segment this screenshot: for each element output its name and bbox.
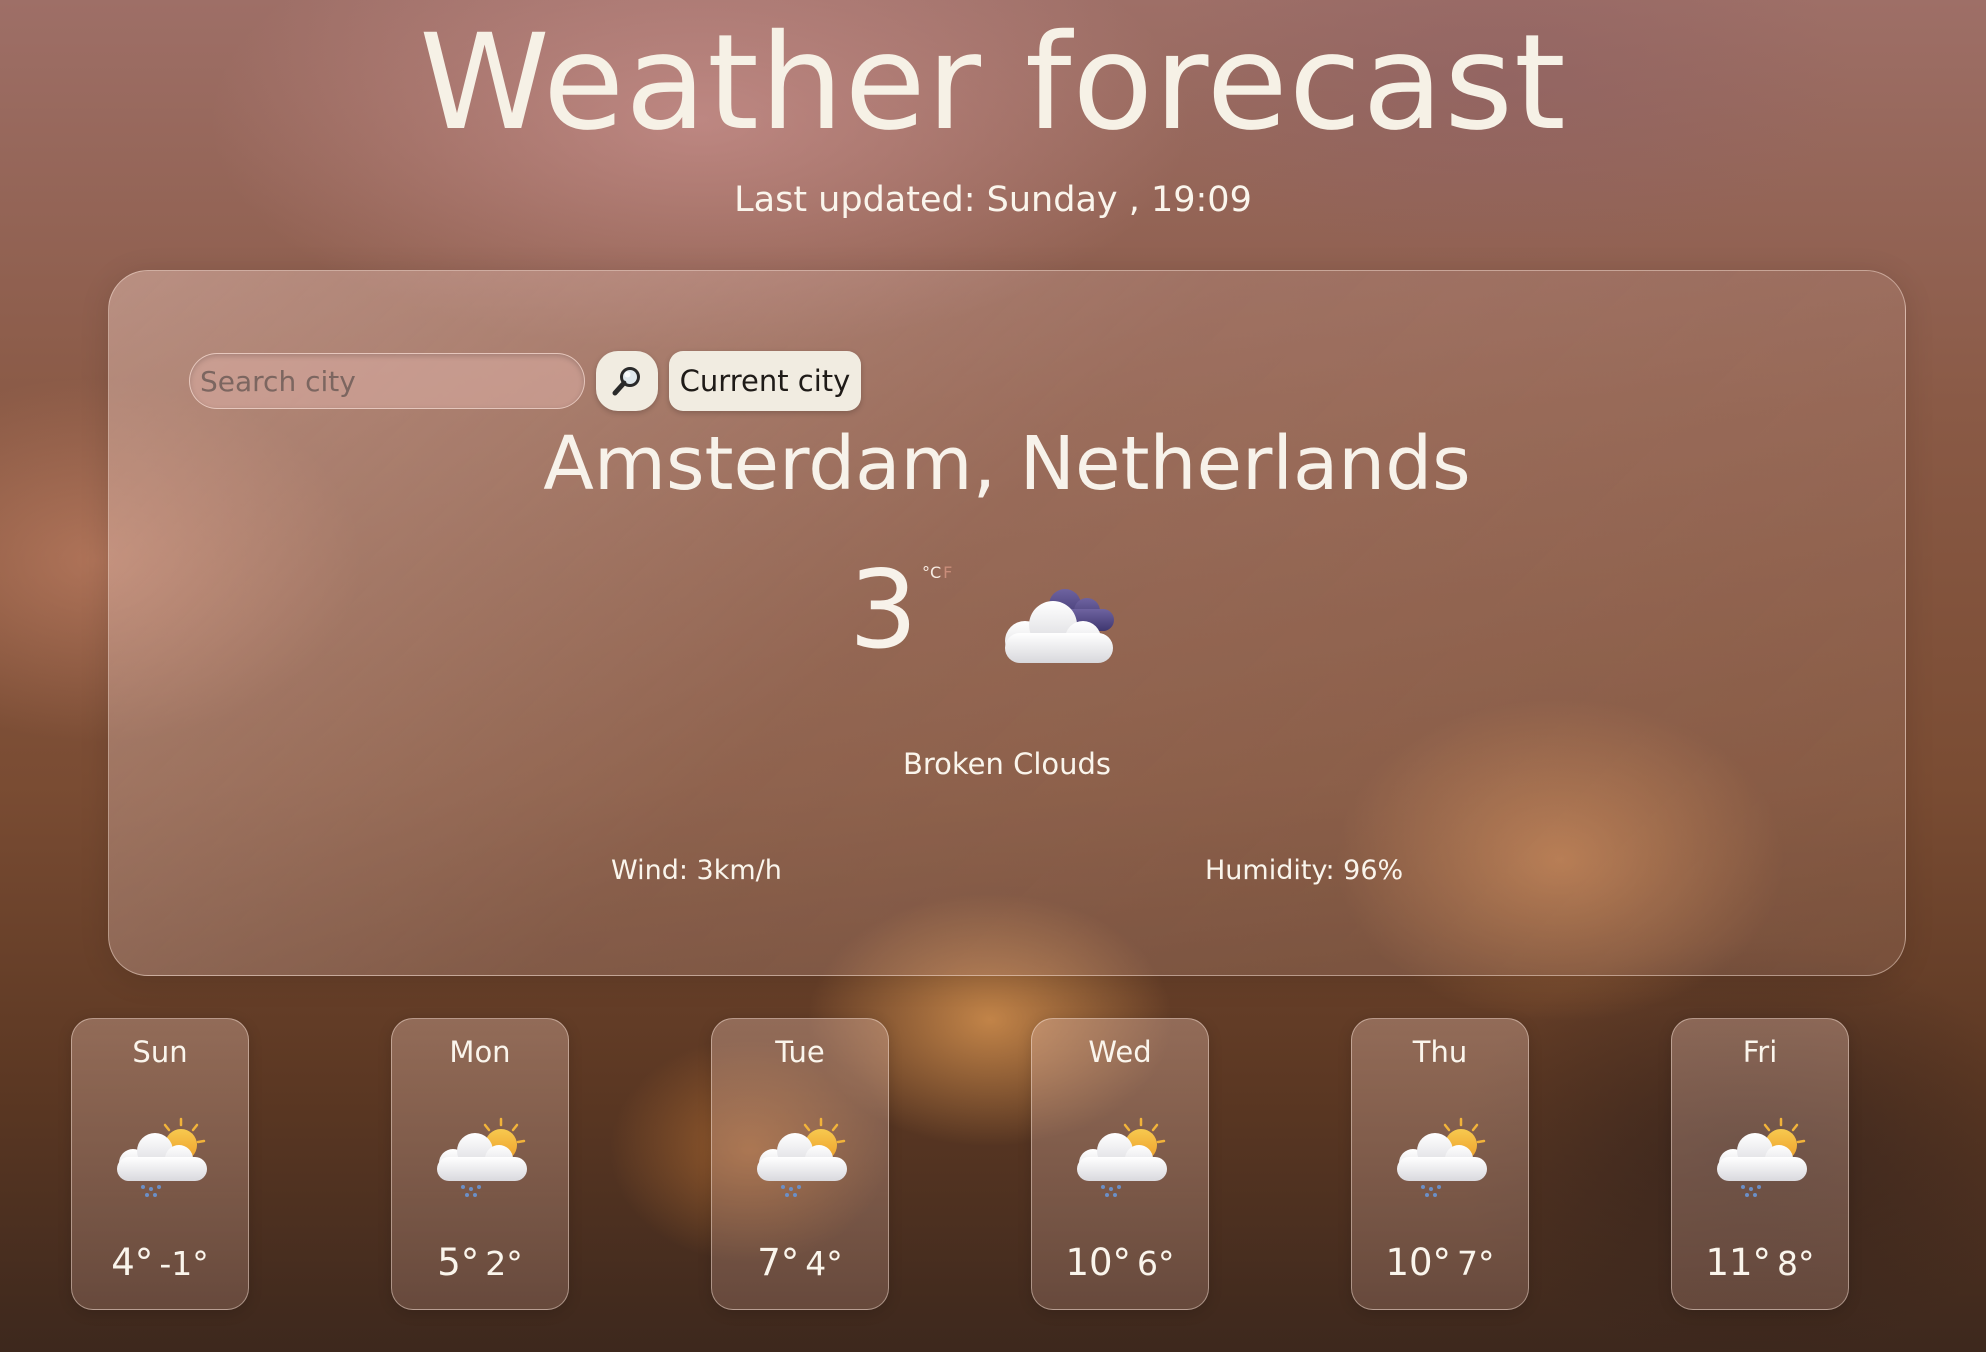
unit-toggle: °C F xyxy=(922,563,952,582)
broken-clouds-icon xyxy=(1005,589,1114,663)
fahrenheit-link[interactable]: F xyxy=(943,563,952,582)
current-weather-card: Current city Amsterdam, Netherlands 3 °C… xyxy=(108,270,1906,976)
wind-speed: Wind: 3km/h xyxy=(611,855,782,886)
forecast-temps: 10° 7° xyxy=(1352,1241,1528,1284)
forecast-day-card: Wed 10° 6° xyxy=(1031,1018,1209,1310)
search-button[interactable] xyxy=(596,351,658,411)
forecast-temps: 5° 2° xyxy=(392,1241,568,1284)
forecast-high: 11° xyxy=(1705,1241,1772,1284)
forecast-day-card: Thu 10° 7° xyxy=(1351,1018,1529,1310)
forecast-low: 6° xyxy=(1137,1244,1175,1283)
forecast-day-name: Mon xyxy=(449,1035,511,1069)
sun-cloud-rain-icon xyxy=(1075,1117,1169,1199)
current-city-button[interactable]: Current city xyxy=(669,351,861,411)
forecast-high: 5° xyxy=(437,1241,480,1284)
weather-description: Broken Clouds xyxy=(902,747,1112,781)
search-city-input[interactable] xyxy=(189,353,585,409)
current-temperature: 3 xyxy=(849,548,918,673)
celsius-link[interactable]: °C xyxy=(922,563,941,582)
magnifier-icon xyxy=(612,367,640,396)
forecast-low: 2° xyxy=(485,1244,523,1283)
forecast-temps: 4° -1° xyxy=(72,1241,248,1284)
forecast-day-card: Sun 4° -1° xyxy=(71,1018,249,1310)
forecast-high: 4° xyxy=(111,1241,154,1284)
page-title: Weather forecast xyxy=(419,6,1567,160)
forecast-low: 8° xyxy=(1777,1244,1815,1283)
sun-cloud-rain-icon xyxy=(755,1117,849,1199)
forecast-temps: 7° 4° xyxy=(712,1241,888,1284)
forecast-temps: 11° 8° xyxy=(1672,1241,1848,1284)
sun-cloud-rain-icon xyxy=(435,1117,529,1199)
last-updated-text: Last updated: Sunday , 19:09 xyxy=(734,180,1252,220)
sun-cloud-rain-icon xyxy=(1715,1117,1809,1199)
forecast-day-card: Mon 5° 2° xyxy=(391,1018,569,1310)
forecast-day-name: Sun xyxy=(132,1035,188,1069)
forecast-high: 10° xyxy=(1065,1241,1132,1284)
forecast-low: 4° xyxy=(805,1244,843,1283)
forecast-day-card: Fri 11° 8° xyxy=(1671,1018,1849,1310)
forecast-day-name: Fri xyxy=(1742,1035,1778,1069)
forecast-day-name: Thu xyxy=(1412,1035,1468,1069)
humidity: Humidity: 96% xyxy=(1205,855,1404,886)
sun-cloud-rain-icon xyxy=(1395,1117,1489,1199)
forecast-day-card: Tue 7° 4° xyxy=(711,1018,889,1310)
sun-cloud-rain-icon xyxy=(115,1117,209,1199)
forecast-day-name: Tue xyxy=(775,1035,825,1069)
forecast-high: 10° xyxy=(1385,1241,1452,1284)
forecast-day-name: Wed xyxy=(1088,1035,1152,1069)
forecast-temps: 10° 6° xyxy=(1032,1241,1208,1284)
city-name: Amsterdam, Netherlands xyxy=(543,421,1471,507)
forecast-low: -1° xyxy=(159,1244,209,1283)
forecast-low: 7° xyxy=(1457,1244,1495,1283)
forecast-high: 7° xyxy=(757,1241,800,1284)
